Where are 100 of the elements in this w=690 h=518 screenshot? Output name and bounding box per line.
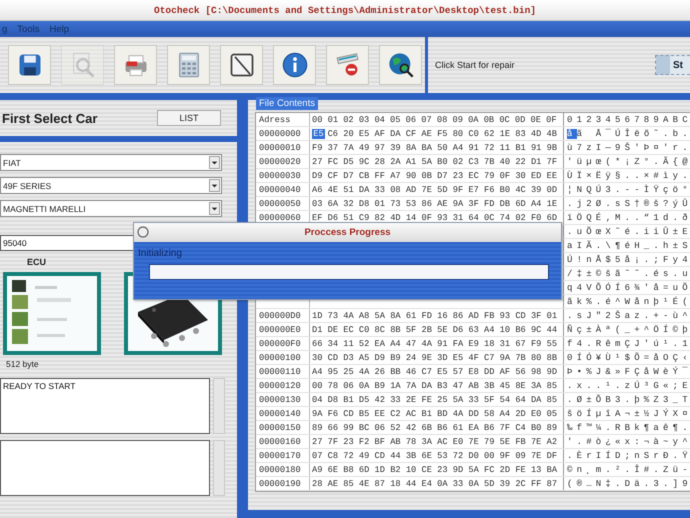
address-cell: 000000E0: [259, 324, 301, 334]
hex-bytes: D1 DE EC C0 8C 8B 5F 2B 5E D6 63 A4 10 B6 9C 44: [312, 324, 558, 334]
select-field[interactable]: FIAT: [0, 154, 222, 171]
globe-button[interactable]: [379, 45, 422, 85]
ascii-text: .ÈrIÍD;nSrÐ.Ÿ: [567, 450, 690, 460]
selected-byte[interactable]: E5: [312, 128, 325, 138]
address-cell: 00000020: [259, 156, 301, 166]
ascii-text: .x..¹.zÚ³G«;E: [567, 380, 690, 390]
hex-bytes: C6 20 E5 AF DA CF AE F5 80 C0 62 1E 83 4D 4B: [328, 128, 557, 138]
address-cell: 000000F0: [259, 338, 301, 348]
ascii-text: ïÖQÉ‚M..“1d.ð: [567, 212, 690, 222]
ascii-text: (®…N‡.Dä.3.]9: [567, 478, 690, 488]
window-title: Otocheck [C:\Documents and Settings\Administrator\Desktop\test.bin]: [154, 4, 536, 16]
ascii-text: šöÍµîA¬±½JÝX¤: [567, 408, 690, 418]
column-header: 0E: [530, 114, 542, 124]
hex-bytes: D9 CF D7 CB FF A7 90 0B D7 23 EC 79 0F 30 ED EE: [312, 170, 558, 180]
save-button[interactable]: [8, 45, 51, 85]
scrollbar[interactable]: [213, 440, 225, 496]
column-header: 04: [374, 114, 386, 124]
address-cell: 00000140: [259, 408, 301, 418]
ascii-text: .uÕœX˜é.iiÛ±E: [567, 226, 690, 236]
column-header: 05: [390, 114, 402, 124]
column-header: 0F: [546, 114, 558, 124]
ecu-label: ECU: [27, 257, 46, 267]
ascii-text: ¦NQÚ3.--ÌŸçö°: [567, 184, 690, 194]
hex-bytes: 03 6A 32 D8 01 73 53 86 AE 9A 3F FD DB 6D A4 1E: [312, 198, 558, 208]
info-icon: [280, 51, 308, 79]
ascii-text: ÙÏ×Ëÿ§..×#ìy.: [567, 170, 690, 180]
ascii-text: /‡±©šã˜˜.és.u: [567, 268, 690, 278]
ascii-text: ù7zI—9Š'Þ¤'r.: [567, 142, 690, 152]
column-header: 0B: [484, 114, 496, 124]
ascii-text: ©n¸m.².Î#.Zü-: [567, 464, 690, 474]
address-cell: 00000110: [259, 366, 301, 376]
address-cell: 00000000: [259, 128, 301, 138]
output-field[interactable]: [0, 440, 210, 496]
address-cell: 00000100: [259, 352, 301, 362]
hex-bytes: A6 4E 51 DA 33 08 AD 7E 5D 9F E7 F6 B0 4C 39 0D: [312, 184, 558, 194]
selected-char[interactable]: å: [567, 128, 577, 138]
hex-bytes: 89 66 99 BC 06 52 42 6B B6 61 EA B6 7F C4 B0 89: [312, 422, 558, 432]
ascii-text: .j2Ø.sS†®š?ýÛ: [567, 198, 690, 208]
note-icon: [228, 51, 256, 79]
address-cell: 00000030: [259, 170, 301, 180]
start-button[interactable]: St: [655, 55, 690, 75]
calculator-button[interactable]: [167, 45, 210, 85]
column-header: 01: [328, 114, 340, 124]
column-header: 0123456789ABC: [567, 114, 690, 124]
info-button[interactable]: [273, 45, 316, 85]
ascii-text: .sJ"2Šaz.+-ù^: [567, 310, 690, 320]
hex-bytes: 9A F6 CD B5 EE C2 AC B1 BD 4A DD 58 A4 2D E0 05: [312, 408, 558, 418]
erase-button[interactable]: [326, 45, 369, 85]
select-field[interactable]: MAGNETTI MARELLI: [0, 200, 222, 217]
ascii-text: 'üµœ(*¡Z°.Ã{@: [567, 156, 690, 166]
column-header: 0C: [499, 114, 511, 124]
column-header: 00: [312, 114, 324, 124]
hex-bytes: 66 34 11 52 EA A4 47 4A 91 FA E9 18 31 67 F9 55: [312, 338, 558, 348]
globe-icon: [386, 51, 414, 79]
ascii-text: 0ÍÓ¥Ù¹$Õ=åOÇ‹: [567, 352, 690, 362]
ascii-text: aIÃ.\¶éH_.h±S: [567, 240, 690, 250]
file-contents-tab[interactable]: File Contents: [256, 97, 318, 110]
ascii-text: Ú!nÅ$5å¡.;Fy4: [567, 254, 690, 264]
address-cell: 00000170: [259, 450, 301, 460]
ascii-text: q4VÕÓÍ6¾'å=uÕ: [567, 282, 690, 292]
ascii-text: '.#ò¿«x:¬à~y^: [567, 436, 690, 446]
address-cell: 000000D0: [259, 310, 301, 320]
ascii-text: f4.RêmÇJ'ú¹.1: [567, 338, 690, 348]
hex-bytes: 1D 73 4A A8 5A 8A 61 FD 16 86 AD FB 93 CD 3F 01: [312, 310, 558, 320]
ascii-text: Þ•%J&»FÇåWèÝ¯: [567, 366, 690, 376]
note-button[interactable]: [220, 45, 263, 85]
dialog-title: Proccess Progress: [304, 227, 391, 238]
address-cell: 00000050: [259, 198, 301, 208]
address-cell: 00000160: [259, 436, 301, 446]
list-button[interactable]: LIST: [157, 110, 221, 126]
section-heading: First Select Car: [2, 110, 98, 126]
column-header: 06: [406, 114, 418, 124]
hex-bytes: 27 7F 23 F2 BF AB 78 3A AC E0 7E 79 5E FB 7E A2: [312, 436, 558, 446]
size-label: 512 byte: [6, 359, 39, 369]
column-header: 0A: [468, 114, 480, 124]
column-header: 03: [358, 114, 370, 124]
window-menu-icon[interactable]: [137, 226, 149, 238]
column-header: 09: [452, 114, 464, 124]
select-field[interactable]: 49F SERIES: [0, 177, 222, 194]
address-cell: 00000150: [259, 422, 301, 432]
hex-bytes: 27 FC D5 9C 28 2A A1 5A B0 02 C3 7B 40 22 D1 7F: [312, 156, 558, 166]
ascii-text: ã Å¯ÚÎëõ˜.b.: [576, 128, 690, 138]
status-message: Initializing: [138, 248, 182, 259]
log-field[interactable]: READY TO START: [0, 378, 210, 434]
address-cell: 00000190: [259, 478, 301, 488]
ascii-text: Ñç±Àª(_+^ÖÍ©þ: [567, 324, 690, 334]
scrollbar[interactable]: [213, 378, 225, 434]
hex-bytes: 00 78 06 0A B9 1A 7A DA B3 47 AB 3B 45 8E 3A 85: [312, 380, 558, 390]
ascii-text: ‰f™¼.RBk¶aê¶.: [567, 422, 690, 432]
column-header: 02: [343, 114, 355, 124]
hex-bytes: 07 C8 72 49 CD 44 3B 6E 53 72 D0 00 9F 09 7E DF: [312, 450, 558, 460]
ascii-text: ãk%.é^Wånþ¹É(: [567, 296, 690, 306]
hex-bytes: 04 D8 B1 D5 42 33 2E FE 25 5A 33 5F 54 64 DA 85: [312, 394, 558, 404]
ascii-text: .Ø±ÕB3.þ%Z3_T: [567, 394, 690, 404]
print-button[interactable]: [114, 45, 157, 85]
column-header: 0D: [514, 114, 526, 124]
column-header: 08: [436, 114, 448, 124]
hex-bytes: 28 AE 85 4E 87 18 44 E4 0A 33 0A 5D 39 2C FF 87: [312, 478, 558, 488]
